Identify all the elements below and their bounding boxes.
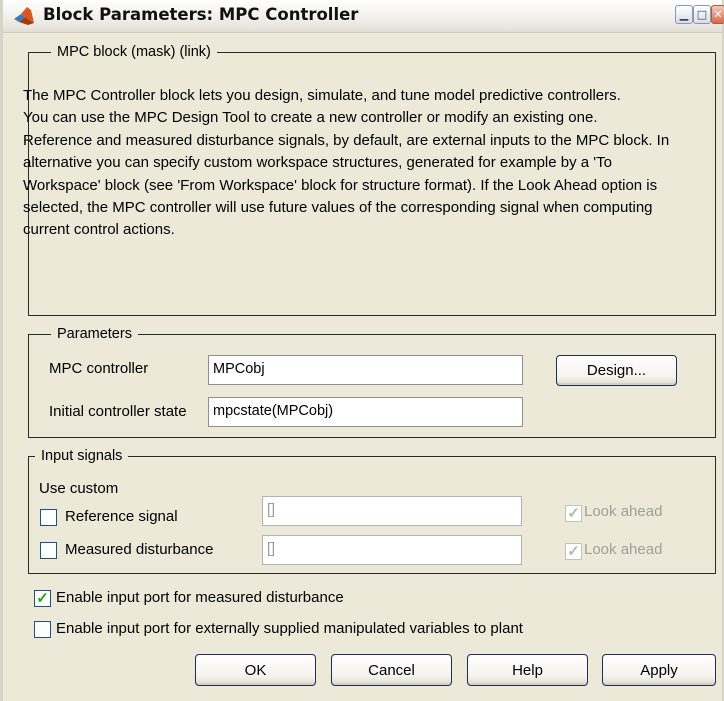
maximize-icon: □ [696,8,708,21]
help-button[interactable]: Help [467,654,588,686]
measured-disturbance-label: Measured disturbance [65,541,214,558]
measured-disturbance-input[interactable]: [] [262,535,522,565]
ok-button[interactable]: OK [195,654,316,686]
matlab-logo-icon [14,7,34,25]
initial-state-input[interactable]: mpcstate(MPCobj) [208,397,523,427]
block-parameters-dialog: Block Parameters: MPC Controller ▁ □ ✕ M… [0,0,724,701]
measured-look-ahead-checkbox[interactable]: ✓ [565,543,582,560]
enable-md-port-checkbox[interactable]: ✓ [34,590,51,607]
enable-md-port-label: Enable input port for measured disturban… [56,589,344,606]
minimize-icon: ▁ [679,8,689,21]
close-icon: ✕ [713,8,723,21]
enable-mv-port-label: Enable input port for externally supplie… [56,620,523,637]
initial-state-label: Initial controller state [49,403,187,420]
description-paragraph-3: Reference and measured disturbance signa… [23,131,670,239]
mpc-controller-label: MPC controller [49,360,149,377]
design-button[interactable]: Design... [556,355,677,386]
title-bar[interactable]: Block Parameters: MPC Controller ▁ □ ✕ [3,0,724,33]
reference-signal-label: Reference signal [65,508,178,525]
description-paragraph-2: You can use the MPC Design Tool to creat… [23,109,598,127]
cancel-button[interactable]: Cancel [331,654,452,686]
measured-disturbance-checkbox[interactable] [40,542,57,559]
minimize-button[interactable]: ▁ [675,5,693,24]
mpc-controller-input[interactable]: MPCobj [208,355,523,385]
maximize-button[interactable]: □ [693,5,711,24]
reference-look-ahead-checkbox[interactable]: ✓ [565,505,582,522]
apply-button[interactable]: Apply [602,654,716,686]
measured-look-ahead-label: Look ahead [584,541,663,558]
window-title: Block Parameters: MPC Controller [43,5,359,24]
reference-look-ahead-label: Look ahead [584,503,663,520]
description-paragraph-1: The MPC Controller block lets you design… [23,87,621,104]
reference-signal-input[interactable]: [] [262,496,522,526]
parameters-legend: Parameters [57,326,132,342]
use-custom-label: Use custom [39,480,119,497]
mask-description: The MPC Controller block lets you design… [23,85,679,242]
mask-group-legend: MPC block (mask) (link) [57,44,211,60]
enable-mv-port-checkbox[interactable] [34,621,51,638]
reference-signal-checkbox[interactable] [40,509,57,526]
close-button[interactable]: ✕ [711,5,724,24]
input-signals-legend: Input signals [41,448,123,464]
